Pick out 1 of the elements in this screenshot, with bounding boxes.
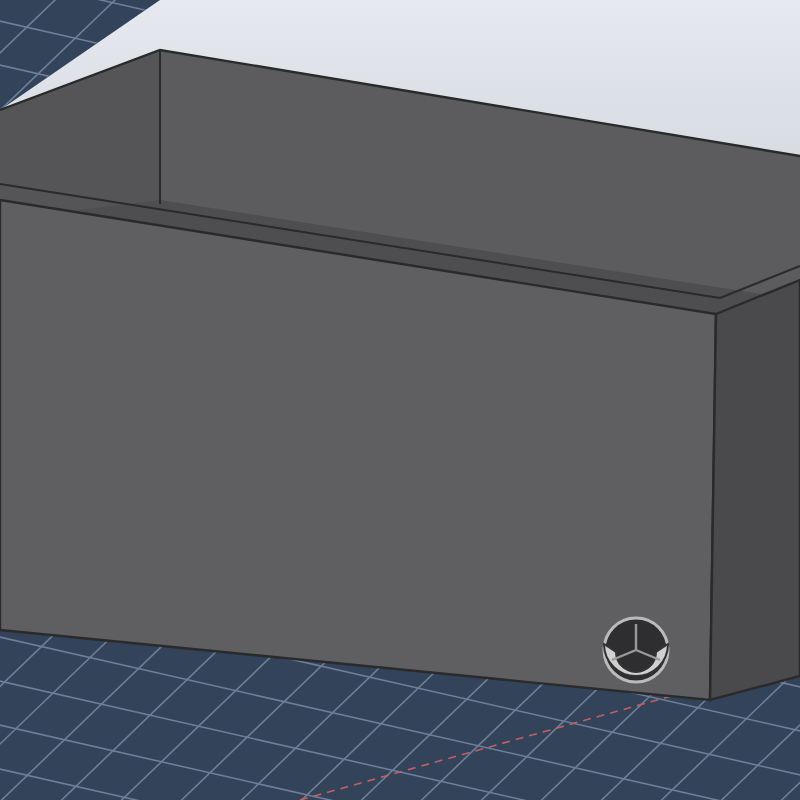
gizmo-icon[interactable] <box>602 616 670 684</box>
